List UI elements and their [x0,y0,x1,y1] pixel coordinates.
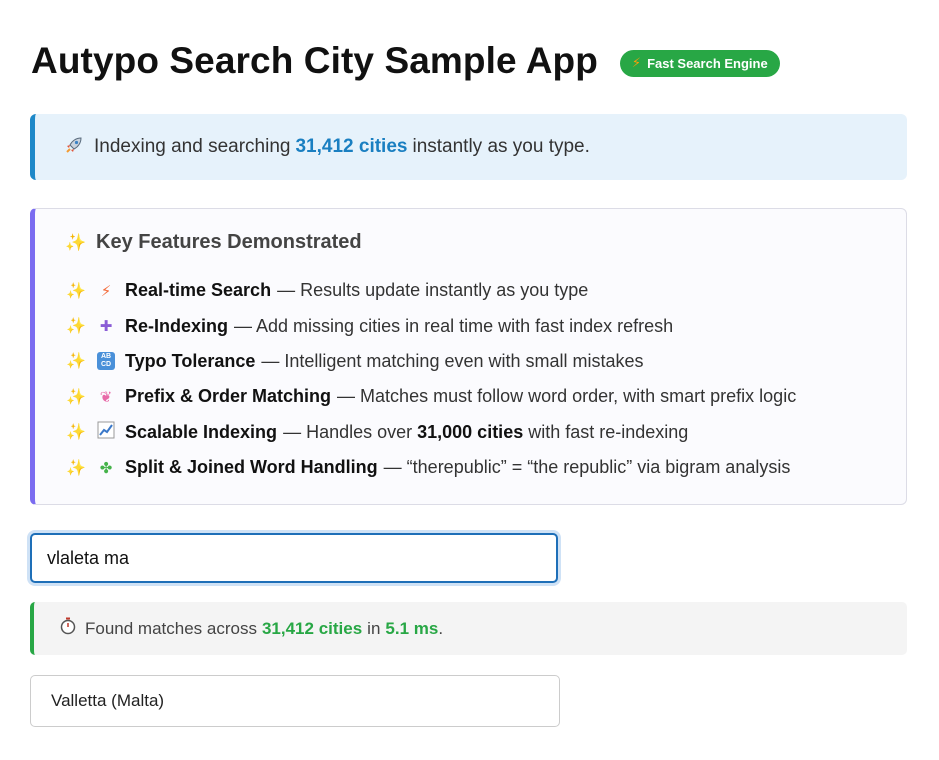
page-header: Autypo Search City Sample App ⚡ Fast Sea… [31,40,780,82]
features-title-text: Key Features Demonstrated [96,231,362,253]
feature-desc: — Matches must follow word order, with s… [337,386,797,407]
stats-suffix: . [438,618,444,638]
sparkles-icon: ✨ [66,388,86,406]
puzzle-icon: ✤ [99,459,113,477]
feature-item: ✨ Scalable Indexing — Handles over 31,00… [65,415,796,450]
abcd-icon: AB CD [95,352,117,371]
chart-icon [95,421,117,443]
feature-name: Prefix & Order Matching [125,386,332,407]
feature-name: Re-Indexing [125,315,229,336]
feature-item: ✨ ✤ Split & Joined Word Handling — “ther… [65,450,796,485]
result-label: Valletta (Malta) [51,691,165,710]
feature-desc: — Add missing cities in real time with f… [234,315,674,336]
features-panel: ✨ Key Features Demonstrated ✨ ⚡ Real-tim… [30,208,907,505]
rocket-icon [63,135,85,160]
info-suffix: instantly as you type. [412,136,590,157]
feature-item: ✨ AB CD Typo Tolerance — Intelligent matc… [65,344,796,379]
info-banner: Indexing and searching 31,412 cities ins… [30,114,907,180]
sparkles-icon: ✨ [66,424,86,442]
stats-count: 31,412 cities [261,618,363,638]
status-badge: ⚡ Fast Search Engine [619,49,780,77]
features-list: ✨ ⚡ Real-time Search — Results update in… [65,273,796,485]
stats-time: 5.1 ms [385,618,439,638]
badge-label: Fast Search Engine [647,55,768,71]
result-item[interactable]: Valletta (Malta) [30,675,560,727]
lightning-icon: ⚡ [631,55,642,70]
feature-desc-tail: with fast re-indexing [528,421,689,442]
feature-desc: — “therepublic” = “the republic” via big… [383,457,791,478]
feature-name: Scalable Indexing [125,421,278,442]
sparkles-icon: ✨ [65,232,87,252]
feature-desc: — Intelligent matching even with small m… [261,350,644,371]
feature-highlight: 31,000 cities [417,421,524,442]
sparkles-icon: ✨ [66,459,86,477]
search-stats: Found matches across 31,412 cities in 5.… [30,602,907,655]
city-count: 31,412 cities [295,136,408,157]
feature-name: Real-time Search [125,280,272,301]
search-input[interactable] [30,533,558,583]
feature-item: ✨ ⚡ Real-time Search — Results update in… [65,273,796,308]
features-title: ✨ Key Features Demonstrated [65,231,362,254]
page-title: Autypo Search City Sample App [31,40,598,81]
feature-name: Typo Tolerance [125,350,256,371]
feature-item: ✨ ❦ Prefix & Order Matching — Matches mu… [65,379,796,414]
feature-name: Split & Joined Word Handling [125,457,378,478]
lightning-icon: ⚡ [100,282,112,300]
brain-icon: ❦ [99,388,113,406]
stats-prefix: Found matches across [85,618,257,638]
sparkles-icon: ✨ [66,282,86,300]
feature-desc: — Results update instantly as you type [277,280,589,301]
plus-icon: ✚ [99,318,113,336]
stopwatch-icon [59,617,77,640]
info-prefix: Indexing and searching [94,136,291,157]
sparkles-icon: ✨ [66,353,86,371]
feature-desc: — Handles over [283,421,413,442]
stats-middle: in [367,618,381,638]
feature-item: ✨ ✚ Re-Indexing — Add missing cities in … [65,308,796,343]
sparkles-icon: ✨ [66,318,86,336]
